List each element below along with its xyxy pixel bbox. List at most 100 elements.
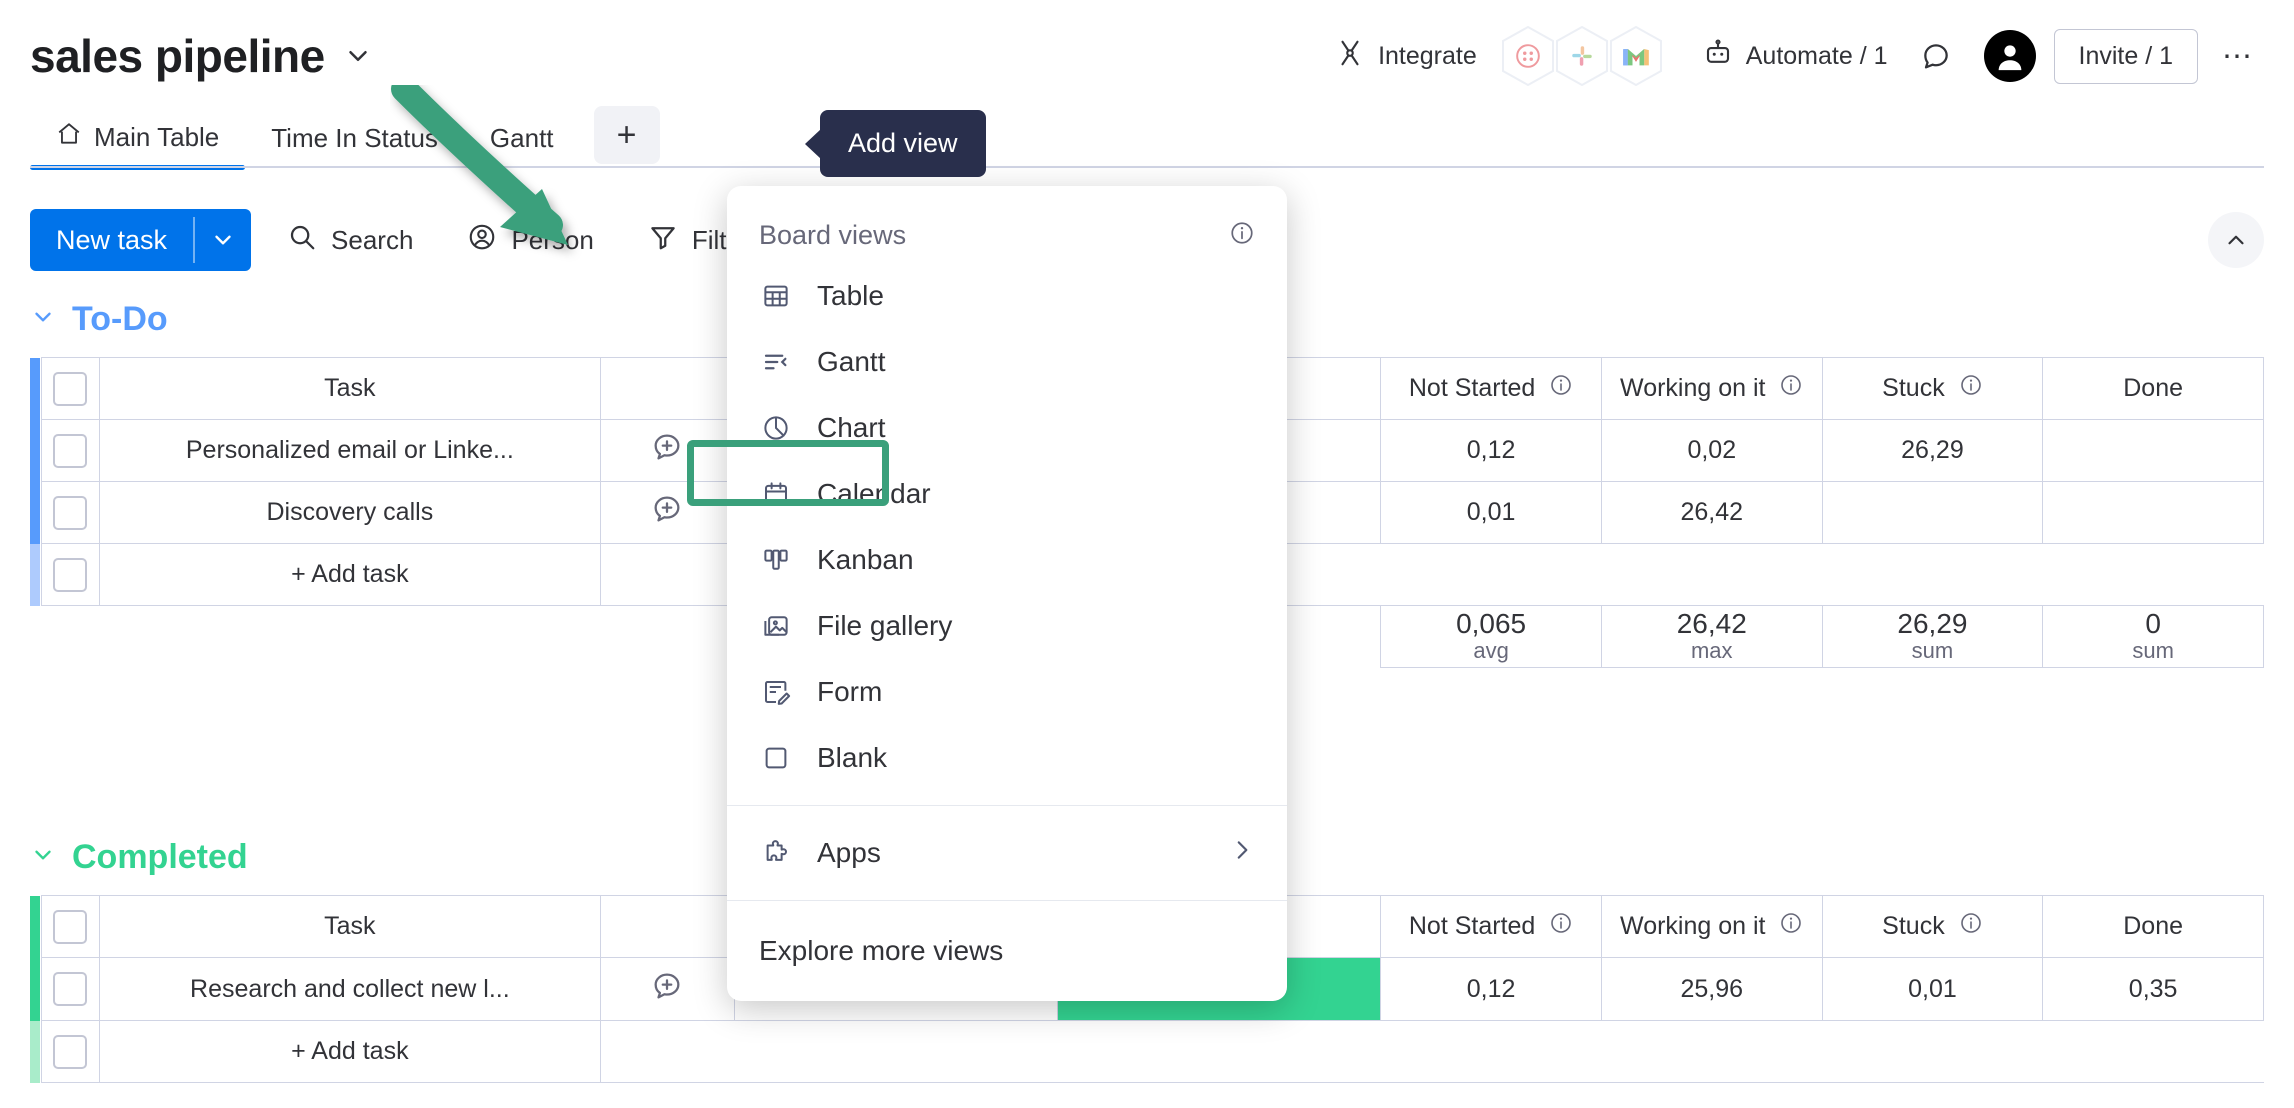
info-icon[interactable] [1549, 373, 1573, 404]
dribbble-icon[interactable] [1501, 26, 1555, 86]
menu-item-kanban[interactable]: Kanban [727, 527, 1287, 593]
column-header-not-started[interactable]: Not Started [1381, 896, 1602, 958]
cell-done[interactable] [2043, 482, 2264, 544]
menu-item-chart[interactable]: Chart [727, 395, 1287, 461]
summary-working-on-it[interactable]: 26,42 max [1601, 606, 1822, 668]
cell-stuck[interactable] [1822, 482, 2043, 544]
summary-stuck[interactable]: 26,29 sum [1822, 606, 2043, 668]
summary-done[interactable]: 0 sum [2043, 606, 2264, 668]
explore-more-views-link[interactable]: Explore more views [727, 915, 1287, 1001]
select-all-checkbox-cell[interactable] [41, 358, 99, 420]
menu-item-gantt[interactable]: Gantt [727, 329, 1287, 395]
column-header-done[interactable]: Done [2043, 896, 2264, 958]
info-icon[interactable] [1959, 373, 1983, 404]
row-checkbox[interactable] [53, 972, 87, 1006]
column-header-not-started[interactable]: Not Started [1381, 358, 1602, 420]
column-header-task[interactable]: Task [99, 358, 601, 420]
add-task-checkbox[interactable] [53, 558, 87, 592]
cell-comment[interactable] [601, 958, 735, 1021]
cell-comment[interactable] [601, 482, 735, 544]
more-options-button[interactable]: ⋯ [2208, 33, 2268, 80]
column-header-done[interactable]: Done [2043, 358, 2264, 420]
cell-done[interactable]: 0,35 [2043, 958, 2264, 1021]
group-collapse-chevron-icon[interactable] [30, 304, 56, 335]
cell-stuck[interactable]: 0,01 [1822, 958, 2043, 1021]
menu-item-blank[interactable]: Blank [727, 725, 1287, 791]
add-task-checkbox[interactable] [53, 1035, 87, 1069]
avatar[interactable] [1984, 30, 2036, 82]
chat-bubble-icon[interactable] [1910, 30, 1962, 82]
cell-comment[interactable] [601, 420, 735, 482]
row-checkbox[interactable] [53, 434, 87, 468]
add-task-label[interactable]: + Add task [99, 544, 601, 606]
integration-icons[interactable] [1501, 26, 1663, 86]
select-all-checkbox-cell[interactable] [41, 896, 99, 958]
info-icon[interactable] [1779, 373, 1803, 404]
cell-working-on-it[interactable]: 26,42 [1601, 482, 1822, 544]
menu-divider [727, 900, 1287, 901]
invite-button[interactable]: Invite / 1 [2054, 29, 2199, 84]
cell-not-started[interactable]: 0,12 [1381, 420, 1602, 482]
board-title-group[interactable]: sales pipeline [30, 29, 373, 83]
menu-item-apps[interactable]: Apps [727, 820, 1287, 886]
integrate-icon [1335, 38, 1365, 75]
menu-item-table[interactable]: Table [727, 263, 1287, 329]
menu-item-label: Apps [817, 837, 881, 869]
integrate-button[interactable]: Integrate [1321, 30, 1491, 83]
collapse-toolbar-button[interactable] [2208, 212, 2264, 268]
comment-add-icon[interactable] [650, 981, 684, 1009]
cell-not-started[interactable]: 0,12 [1381, 958, 1602, 1021]
cell-not-started[interactable]: 0,01 [1381, 482, 1602, 544]
cell-task[interactable]: Research and collect new l... [99, 958, 601, 1021]
cell-stuck[interactable]: 26,29 [1822, 420, 2043, 482]
add-task-label[interactable]: + Add task [99, 1021, 601, 1083]
comment-add-icon[interactable] [650, 504, 684, 532]
gmail-icon[interactable] [1609, 26, 1663, 86]
column-header-stuck[interactable]: Stuck [1822, 358, 2043, 420]
group-collapse-chevron-icon[interactable] [30, 842, 56, 873]
column-header-working-on-it[interactable]: Working on it [1601, 358, 1822, 420]
tab-gantt[interactable]: Gantt [464, 123, 580, 168]
column-header-comment[interactable] [601, 896, 735, 958]
tab-main-table[interactable]: Main Table [30, 121, 245, 168]
column-label: Not Started [1409, 912, 1535, 941]
search-button[interactable]: Search [269, 212, 431, 269]
column-label: Stuck [1882, 374, 1945, 403]
menu-item-calendar[interactable]: Calendar [727, 461, 1287, 527]
info-icon[interactable] [1229, 220, 1255, 251]
select-all-checkbox[interactable] [53, 910, 87, 944]
info-icon[interactable] [1549, 911, 1573, 942]
row-checkbox[interactable] [53, 496, 87, 530]
column-header-task[interactable]: Task [99, 896, 601, 958]
row-checkbox-cell[interactable] [41, 958, 99, 1021]
cell-task[interactable]: Personalized email or Linke... [99, 420, 601, 482]
cell-task[interactable]: Discovery calls [99, 482, 601, 544]
comment-add-icon[interactable] [650, 442, 684, 470]
column-header-comment[interactable] [601, 358, 735, 420]
menu-item-file-gallery[interactable]: File gallery [727, 593, 1287, 659]
automate-button[interactable]: Automate / 1 [1689, 30, 1902, 83]
person-filter-button[interactable]: Person [449, 212, 611, 269]
row-checkbox-cell[interactable] [41, 482, 99, 544]
add-task-checkbox-cell [41, 544, 99, 606]
add-task-row[interactable]: + Add task [30, 1021, 2264, 1083]
tab-label: Main Table [94, 122, 219, 153]
column-header-stuck[interactable]: Stuck [1822, 896, 2043, 958]
filter-icon [648, 222, 678, 259]
row-checkbox-cell[interactable] [41, 420, 99, 482]
new-task-chevron-down-icon[interactable] [195, 209, 251, 271]
info-icon[interactable] [1959, 911, 1983, 942]
slack-icon[interactable] [1555, 26, 1609, 86]
tab-time-in-status[interactable]: Time In Status [245, 123, 464, 168]
summary-not-started[interactable]: 0,065 avg [1381, 606, 1602, 668]
add-view-button[interactable]: + [594, 106, 660, 164]
cell-done[interactable] [2043, 420, 2264, 482]
cell-working-on-it[interactable]: 0,02 [1601, 420, 1822, 482]
select-all-checkbox[interactable] [53, 372, 87, 406]
info-icon[interactable] [1779, 911, 1803, 942]
cell-working-on-it[interactable]: 25,96 [1601, 958, 1822, 1021]
new-task-button[interactable]: New task [30, 209, 251, 271]
column-header-working-on-it[interactable]: Working on it [1601, 896, 1822, 958]
board-title-chevron-down-icon[interactable] [343, 41, 373, 71]
menu-item-form[interactable]: Form [727, 659, 1287, 725]
